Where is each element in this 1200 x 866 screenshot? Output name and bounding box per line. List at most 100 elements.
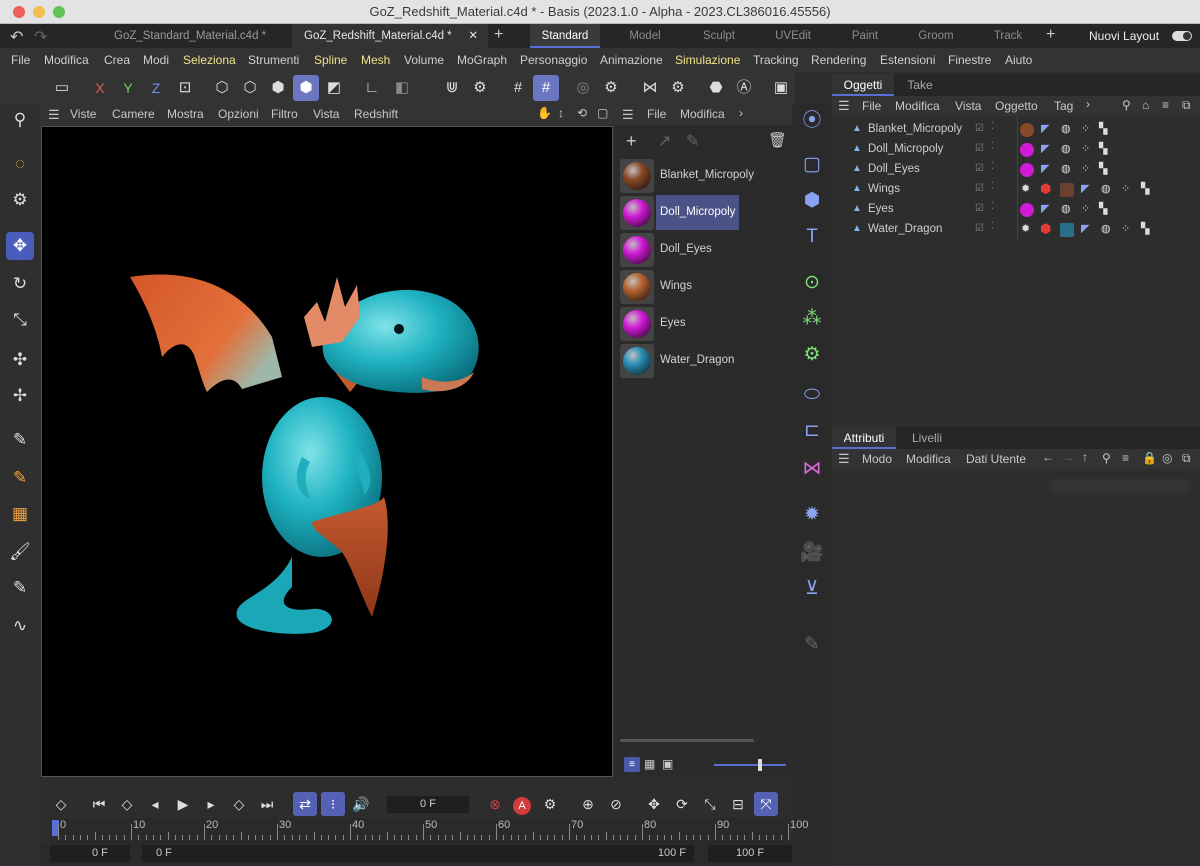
redshift-a-icon[interactable]: Ⓐ xyxy=(731,75,757,101)
menu-strumenti[interactable]: Strumenti xyxy=(248,53,299,67)
object-menu-vista[interactable]: Vista xyxy=(955,99,981,113)
spline-rectangle-icon[interactable]: ▢ xyxy=(798,150,826,180)
object-menu-modifica[interactable]: Modifica xyxy=(895,99,940,113)
attr-menu-modifica[interactable]: Modifica xyxy=(906,452,951,466)
light-icon[interactable]: ✹ xyxy=(798,500,826,530)
move-key-icon[interactable]: ✥ xyxy=(642,792,666,816)
polygon-tag-icon[interactable]: ▚ xyxy=(1099,142,1107,155)
material-tag-icon[interactable] xyxy=(1060,223,1074,237)
maximize-view-icon[interactable]: ▢ xyxy=(597,106,608,120)
polygon-tag-icon[interactable]: ▚ xyxy=(1099,202,1107,215)
polygon-tag-icon[interactable]: ▚ xyxy=(1099,122,1107,135)
layer-check-icon[interactable]: ☑ xyxy=(975,203,984,214)
home-icon[interactable]: ⌂ xyxy=(1142,98,1149,112)
rotate-key-icon[interactable]: ⟳ xyxy=(670,792,694,816)
text-icon[interactable]: T xyxy=(798,222,826,252)
menu-seleziona[interactable]: Seleziona xyxy=(183,53,236,67)
spline-smooth-icon[interactable]: ∿ xyxy=(6,612,34,640)
uvw-tag-icon[interactable]: ◤ xyxy=(1041,142,1049,155)
display-tag-icon[interactable]: ✹ xyxy=(1021,182,1030,195)
menu-file[interactable]: File xyxy=(11,53,30,67)
filter-icon[interactable]: ≡ xyxy=(1122,451,1129,465)
menu-animazione[interactable]: Animazione xyxy=(600,53,663,67)
autokey-a-icon[interactable]: A xyxy=(513,797,531,815)
scale-key-icon[interactable]: ⤡ xyxy=(698,792,722,816)
close-tab-icon[interactable]: ✕ xyxy=(468,24,478,48)
material-scrollbar[interactable] xyxy=(620,739,754,742)
x-axis-button[interactable]: X xyxy=(87,75,113,101)
goto-start-icon[interactable]: ⏮ xyxy=(87,792,111,816)
preview-size-slider[interactable] xyxy=(714,759,786,771)
material-tag-icon[interactable] xyxy=(1020,203,1034,217)
material-item[interactable]: Water_Dragon xyxy=(618,343,788,378)
workplane-icon[interactable]: ∟ xyxy=(359,75,385,101)
new-tab-icon[interactable]: + xyxy=(494,26,503,44)
layer-check-icon[interactable]: ☑ xyxy=(975,123,984,134)
viewport-menu-opzioni[interactable]: Opzioni xyxy=(218,107,259,121)
move-icon[interactable]: ✥ xyxy=(6,232,34,260)
tab-livelli[interactable]: Livelli xyxy=(902,427,952,449)
phong-tag-icon[interactable]: ◍ xyxy=(1061,162,1071,175)
material-tag-icon[interactable] xyxy=(1020,163,1034,177)
scale-icon[interactable]: ⤡ xyxy=(6,306,34,334)
attr-menu-dati-utente[interactable]: Dati Utente xyxy=(966,452,1026,466)
next-key-icon[interactable]: ◇ xyxy=(227,792,251,816)
polygons-mode-icon[interactable]: ⬢ xyxy=(265,75,291,101)
snap-settings-icon[interactable]: ⚙ xyxy=(467,75,493,101)
menu-spline[interactable]: Spline xyxy=(314,53,347,67)
polygon-tag-icon[interactable]: ▚ xyxy=(1141,182,1149,195)
chevron-right-icon[interactable]: › xyxy=(739,106,743,120)
visibility-dots-icon[interactable]: ⁚ xyxy=(991,121,994,132)
object-menu-oggetto[interactable]: Oggetto xyxy=(995,99,1038,113)
link-material-icon[interactable]: ↗ xyxy=(658,131,671,151)
filter-icon[interactable]: ≡ xyxy=(1162,98,1169,112)
transform-icon[interactable]: ✣ xyxy=(6,346,34,374)
phong-tag-icon[interactable]: ◍ xyxy=(1061,142,1071,155)
position-key-icon[interactable]: ⊕ xyxy=(576,792,600,816)
viewport-menu-vista[interactable]: Vista xyxy=(313,107,339,121)
object-row[interactable]: ▲ Water_Dragon ☑ ⁚ ✹ ⬢ ◤ ◍ ⁘ ▚ xyxy=(832,220,1200,240)
object-row[interactable]: ▲ Wings ☑ ⁚ ✹ ⬢ ◤ ◍ ⁘ ▚ xyxy=(832,180,1200,200)
viewport-menu-redshift[interactable]: Redshift xyxy=(354,107,398,121)
symmetry-icon[interactable]: ⋈ xyxy=(637,75,663,101)
cloner-icon[interactable]: ⁂ xyxy=(798,304,826,334)
generator-icon[interactable]: ⊙ xyxy=(798,268,826,298)
model-mode-icon[interactable]: ⬢ xyxy=(293,75,319,101)
tab-take[interactable]: Take xyxy=(898,74,942,96)
phong-tag-icon[interactable]: ◍ xyxy=(1101,182,1111,195)
object-row[interactable]: ▲ Eyes ☑ ⁚ ◤ ◍ ⁘ ▚ xyxy=(832,200,1200,220)
forward-arrow-icon[interactable]: → xyxy=(1062,450,1074,464)
z-axis-button[interactable]: Z xyxy=(143,75,169,101)
snap-magnet-icon[interactable]: ⋓ xyxy=(439,75,465,101)
layer-check-icon[interactable]: ☑ xyxy=(975,223,984,234)
object-row[interactable]: ▲ Doll_Micropoly ☑ ⁚ ◤ ◍ ⁘ ▚ xyxy=(832,140,1200,160)
viewport-menu-viste[interactable]: Viste xyxy=(70,107,96,121)
menu-mesh[interactable]: Mesh xyxy=(361,53,390,67)
auto-keyframe-icon[interactable]: ⁝ xyxy=(321,792,345,816)
placement-icon[interactable]: ✢ xyxy=(6,382,34,410)
menu-crea[interactable]: Crea xyxy=(104,53,130,67)
sketch-spline-icon[interactable]: ✎ xyxy=(6,464,34,492)
prev-frame-icon[interactable]: ◂ xyxy=(143,792,167,816)
object-menu-icon[interactable]: ☰ xyxy=(838,98,850,114)
material-item[interactable]: Doll_Micropoly xyxy=(618,195,788,230)
menu-rendering[interactable]: Rendering xyxy=(811,53,866,67)
pla-key-icon[interactable]: ⤧ xyxy=(754,792,778,816)
search-icon[interactable]: ⚲ xyxy=(1102,451,1111,465)
deformer-icon[interactable]: ⬭ xyxy=(798,380,826,410)
viewport-menu-filtro[interactable]: Filtro xyxy=(271,107,298,121)
layer-check-icon[interactable]: ☑ xyxy=(975,143,984,154)
field-icon[interactable]: ⊏ xyxy=(798,416,826,446)
dolly-icon[interactable]: ↕ xyxy=(558,106,564,120)
range-slider[interactable]: 0 F 100 F xyxy=(142,845,694,862)
redshift-render-icon[interactable]: ⬣ xyxy=(703,75,729,101)
camera-icon[interactable]: 🎥 xyxy=(798,538,826,568)
keyframe-icon[interactable]: ◇ xyxy=(49,792,73,816)
viewport[interactable] xyxy=(41,126,613,777)
object-row[interactable]: ▲ Blanket_Micropoly ☑ ⁚ ◤ ◍ ⁘ ▚ xyxy=(832,120,1200,140)
layout-tab-model[interactable]: Model xyxy=(612,24,678,48)
key-settings-icon[interactable]: ⚙ xyxy=(538,792,562,816)
loop-icon[interactable]: ⇄ xyxy=(293,792,317,816)
layout-tab-groom[interactable]: Groom xyxy=(904,24,968,48)
range-end-field[interactable]: 100 F xyxy=(708,845,792,862)
